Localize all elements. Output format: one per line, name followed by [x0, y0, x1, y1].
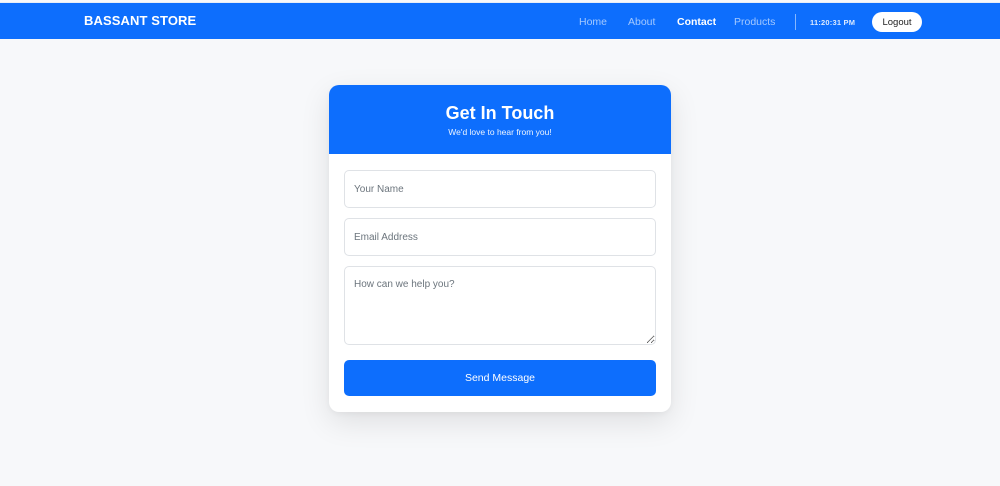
contact-card-header: Get In Touch We'd love to hear from you! [329, 85, 671, 154]
contact-subtitle: We'd love to hear from you! [448, 127, 552, 137]
email-input[interactable] [344, 218, 656, 256]
send-message-button[interactable]: Send Message [344, 360, 656, 396]
message-textarea[interactable] [344, 266, 656, 345]
logout-button[interactable]: Logout [872, 12, 922, 32]
name-input[interactable] [344, 170, 656, 208]
nav-link-about[interactable]: About [628, 16, 655, 28]
clock: 11:20:31 PM [810, 18, 856, 27]
contact-card: Get In Touch We'd love to hear from you!… [329, 85, 671, 412]
brand-logo[interactable]: BASSANT STORE [84, 13, 196, 28]
nav-link-home[interactable]: Home [579, 16, 607, 28]
contact-title: Get In Touch [445, 103, 555, 123]
nav-link-products[interactable]: Products [734, 16, 775, 28]
navbar: BASSANT STORE Home About Contact Product… [0, 2, 1000, 39]
nav-divider [795, 14, 796, 30]
nav-link-contact[interactable]: Contact [677, 16, 716, 28]
